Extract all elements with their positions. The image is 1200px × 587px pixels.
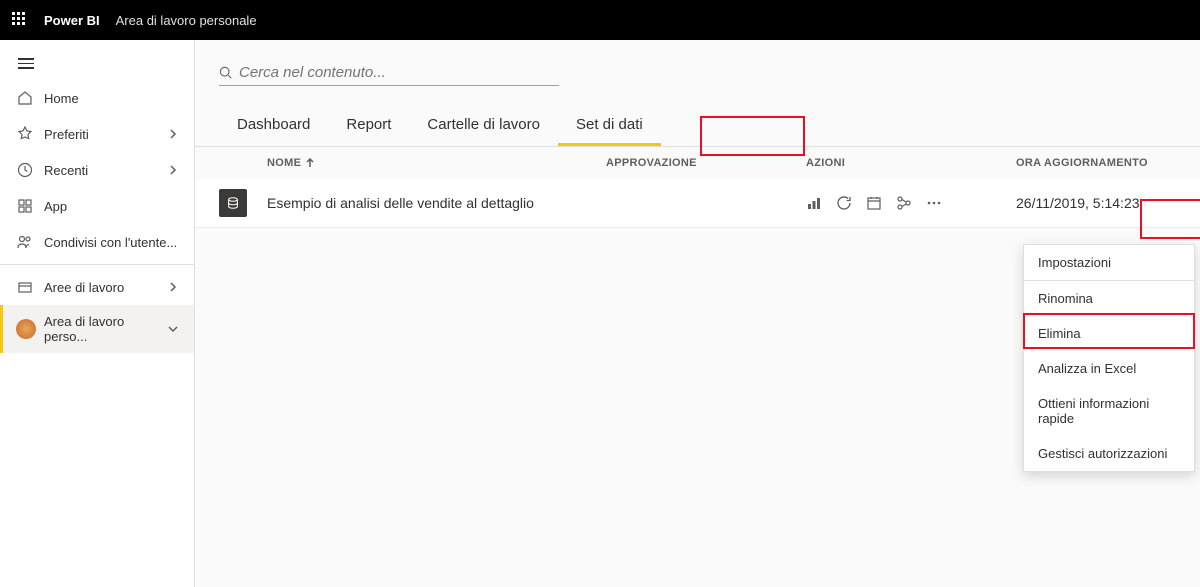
create-report-icon[interactable] — [806, 195, 822, 211]
menu-item-rename[interactable]: Rinomina — [1024, 281, 1194, 316]
tab-dashboard[interactable]: Dashboard — [219, 106, 328, 146]
sidebar-item-favorites[interactable]: Preferiti — [0, 116, 194, 152]
top-bar: Power BI Area di lavoro personale — [0, 0, 1200, 40]
sidebar-item-label: Condivisi con l'utente... — [44, 235, 178, 250]
sidebar-item-label: Recenti — [44, 163, 168, 178]
content-area: Dashboard Report Cartelle di lavoro Set … — [195, 40, 1200, 587]
sort-asc-icon — [305, 158, 315, 168]
sidebar-item-workspaces[interactable]: Aree di lavoro — [0, 269, 194, 305]
sidebar-item-label: Area di lavoro perso... — [44, 314, 168, 344]
sidebar-item-shared[interactable]: Condivisi con l'utente... — [0, 224, 194, 260]
sidebar-item-recent[interactable]: Recenti — [0, 152, 194, 188]
tab-report[interactable]: Report — [328, 106, 409, 146]
chevron-down-icon — [168, 324, 178, 334]
column-approval-header[interactable]: APPROVAZIONE — [606, 157, 806, 169]
context-menu: Impostazioni Rinomina Elimina Analizza i… — [1023, 244, 1195, 472]
sidebar-item-label: Home — [44, 91, 178, 106]
clock-icon — [16, 161, 34, 179]
menu-item-quick-insights[interactable]: Ottieni informazioni rapide — [1024, 386, 1194, 436]
more-options-icon[interactable] — [926, 195, 942, 211]
apps-icon — [16, 197, 34, 215]
column-refresh-header[interactable]: ORA AGGIORNAMENTO — [1016, 157, 1176, 169]
row-name[interactable]: Esempio di analisi delle vendite al dett… — [267, 195, 534, 211]
tab-workbooks[interactable]: Cartelle di lavoro — [409, 106, 558, 146]
chevron-right-icon — [168, 165, 178, 175]
tabs: Dashboard Report Cartelle di lavoro Set … — [195, 106, 1200, 147]
menu-item-analyze-excel[interactable]: Analizza in Excel — [1024, 351, 1194, 386]
chevron-right-icon — [168, 129, 178, 139]
sidebar-item-home[interactable]: Home — [0, 80, 194, 116]
shared-icon — [16, 233, 34, 251]
sidebar: Home Preferiti Recenti App — [0, 40, 195, 587]
star-icon — [16, 125, 34, 143]
menu-item-settings[interactable]: Impostazioni — [1024, 245, 1194, 280]
home-icon — [16, 89, 34, 107]
sidebar-item-label: Preferiti — [44, 127, 168, 142]
schedule-refresh-icon[interactable] — [866, 195, 882, 211]
workspace-avatar — [16, 319, 36, 339]
tab-datasets[interactable]: Set di dati — [558, 106, 661, 146]
view-related-icon[interactable] — [896, 195, 912, 211]
search-input-wrap[interactable] — [219, 64, 559, 86]
column-name-header[interactable]: NOME — [267, 157, 606, 169]
column-actions-header: AZIONI — [806, 157, 1016, 169]
breadcrumb: Area di lavoro personale — [116, 13, 257, 28]
refresh-icon[interactable] — [836, 195, 852, 211]
table-row[interactable]: Esempio di analisi delle vendite al dett… — [195, 179, 1200, 228]
sidebar-item-apps[interactable]: App — [0, 188, 194, 224]
sidebar-item-label: Aree di lavoro — [44, 280, 168, 295]
sidebar-item-my-workspace[interactable]: Area di lavoro perso... — [0, 305, 194, 353]
search-input[interactable] — [239, 64, 559, 81]
workspaces-icon — [16, 278, 34, 296]
brand-label: Power BI — [44, 13, 100, 28]
search-icon — [219, 66, 233, 80]
sidebar-item-label: App — [44, 199, 178, 214]
menu-item-delete[interactable]: Elimina — [1024, 316, 1194, 351]
dataset-icon — [219, 189, 247, 217]
hamburger-button[interactable] — [0, 48, 194, 80]
table-header: NOME APPROVAZIONE AZIONI ORA AGGIORNAMEN… — [195, 147, 1200, 179]
chevron-right-icon — [168, 282, 178, 292]
app-launcher-icon[interactable] — [12, 12, 28, 28]
row-refresh-time: 26/11/2019, 5:14:23 — [1016, 195, 1140, 211]
menu-item-manage-permissions[interactable]: Gestisci autorizzazioni — [1024, 436, 1194, 471]
